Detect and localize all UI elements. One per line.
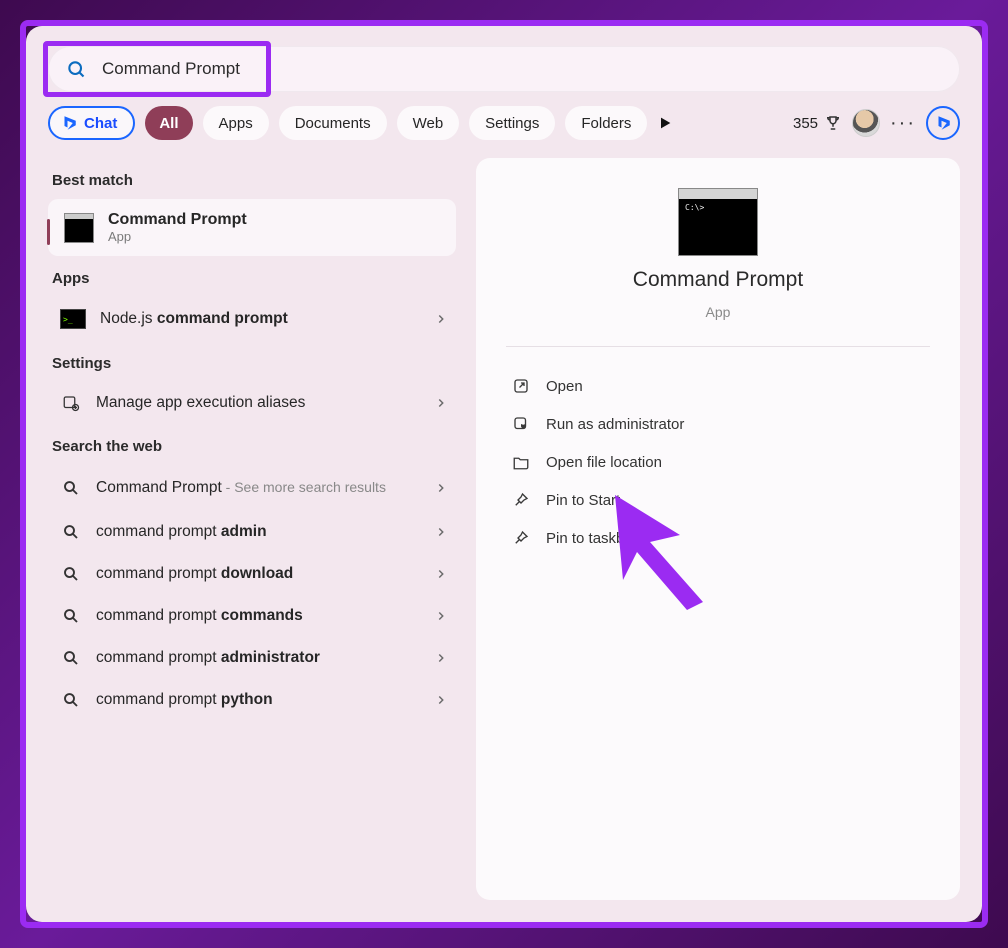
more-filters-icon[interactable]	[657, 115, 673, 131]
web-label: Search the web	[48, 424, 456, 465]
bing-chat-icon	[60, 114, 78, 132]
folder-icon	[512, 453, 530, 471]
action-run-admin[interactable]: Run as administrator	[506, 405, 930, 443]
chevron-right-icon	[434, 312, 448, 326]
user-avatar[interactable]	[852, 109, 880, 137]
action-open-location[interactable]: Open file location	[506, 443, 930, 481]
search-icon	[62, 607, 80, 625]
trophy-icon	[824, 114, 842, 132]
filter-row: Chat All Apps Documents Web Settings Fol…	[48, 106, 960, 140]
chevron-right-icon	[434, 525, 448, 539]
search-icon	[62, 523, 80, 541]
pin-icon	[512, 529, 530, 547]
app-result-nodejs[interactable]: >_ Node.js command prompt	[48, 297, 456, 341]
chevron-right-icon	[434, 567, 448, 581]
best-match-subtitle: App	[108, 229, 247, 244]
action-open[interactable]: Open	[506, 367, 930, 405]
best-match-label: Best match	[48, 158, 456, 199]
action-pin-taskbar[interactable]: Pin to taskbar	[506, 519, 930, 557]
web-result-administrator[interactable]: command prompt administrator	[48, 637, 456, 679]
search-icon	[62, 479, 80, 497]
filter-web[interactable]: Web	[397, 106, 460, 140]
results-column: Best match Command Prompt App Apps >_ No…	[48, 158, 456, 900]
search-icon	[62, 649, 80, 667]
app-alias-icon	[62, 394, 80, 412]
chevron-right-icon	[434, 396, 448, 410]
apps-label: Apps	[48, 256, 456, 297]
filter-documents[interactable]: Documents	[279, 106, 387, 140]
web-result-see-more[interactable]: Command Prompt - See more search results	[48, 465, 456, 511]
preview-title: Command Prompt	[633, 268, 803, 292]
more-options-icon[interactable]: ···	[890, 112, 916, 135]
bing-icon	[934, 114, 952, 132]
search-bar[interactable]	[48, 46, 960, 92]
web-result-commands[interactable]: command prompt commands	[48, 595, 456, 637]
filter-all[interactable]: All	[145, 106, 192, 140]
cmd-icon	[64, 213, 94, 243]
open-icon	[512, 377, 530, 395]
search-icon	[66, 59, 86, 79]
filter-apps[interactable]: Apps	[203, 106, 269, 140]
settings-label: Settings	[48, 341, 456, 382]
action-pin-start[interactable]: Pin to Start	[506, 481, 930, 519]
filter-folders[interactable]: Folders	[565, 106, 647, 140]
best-match-title: Command Prompt	[108, 211, 247, 229]
best-match-item[interactable]: Command Prompt App	[48, 199, 456, 256]
filter-settings[interactable]: Settings	[469, 106, 555, 140]
bing-button[interactable]	[926, 106, 960, 140]
chevron-right-icon	[434, 693, 448, 707]
web-result-python[interactable]: command prompt python	[48, 679, 456, 721]
search-icon	[62, 691, 80, 709]
preview-app-icon	[678, 188, 758, 256]
shield-admin-icon	[512, 415, 530, 433]
chevron-right-icon	[434, 651, 448, 665]
search-input[interactable]	[102, 59, 944, 79]
rewards-badge[interactable]: 355	[793, 114, 842, 132]
pin-icon	[512, 491, 530, 509]
preview-subtitle: App	[706, 304, 731, 320]
web-result-download[interactable]: command prompt download	[48, 553, 456, 595]
preview-panel: Command Prompt App Open Run as administr…	[476, 158, 960, 900]
chevron-right-icon	[434, 481, 448, 495]
chevron-right-icon	[434, 609, 448, 623]
search-icon	[62, 565, 80, 583]
search-window: Chat All Apps Documents Web Settings Fol…	[26, 26, 982, 922]
nodejs-cmd-icon: >_	[60, 309, 86, 329]
chat-pill[interactable]: Chat	[48, 106, 135, 140]
settings-result-aliases[interactable]: Manage app execution aliases	[48, 382, 456, 424]
web-result-admin[interactable]: command prompt admin	[48, 511, 456, 553]
chat-label: Chat	[84, 115, 117, 132]
